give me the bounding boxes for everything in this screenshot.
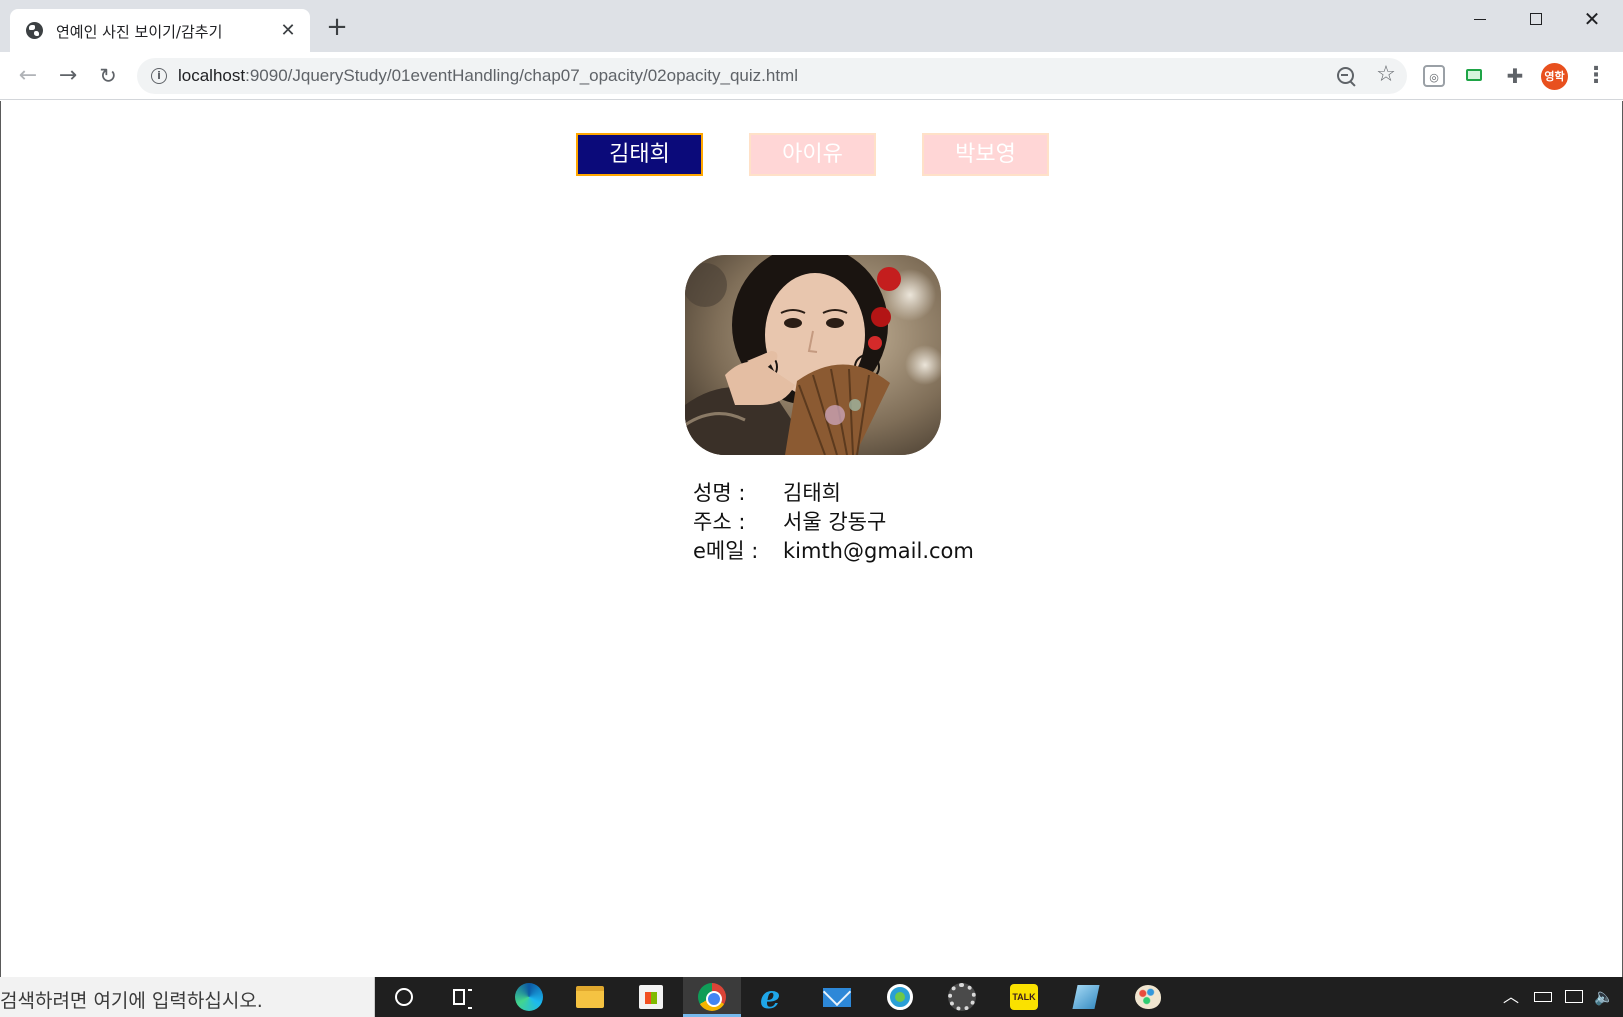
site-info-icon[interactable]: i (151, 68, 167, 84)
forward-arrow-icon[interactable]: → (54, 62, 82, 90)
gear-app-icon[interactable] (933, 977, 991, 1017)
taskbar-search-placeholder: 검색하려면 여기에 입력하십시오. (0, 990, 263, 1012)
kakaotalk-icon[interactable]: TALK (995, 977, 1053, 1017)
person-button-parkboyoung[interactable]: 박보영 (922, 133, 1049, 176)
store-icon[interactable] (622, 977, 680, 1017)
new-tab-button[interactable]: + (325, 14, 349, 40)
browser-tab[interactable]: 연예인 사진 보이기/감추기 ✕ (10, 9, 310, 52)
address-value: 서울 강동구 (783, 510, 887, 534)
chrome-icon[interactable] (683, 977, 741, 1017)
tray-chevron-up-icon[interactable]: ︿ (1503, 977, 1519, 1017)
mail-icon[interactable] (808, 977, 866, 1017)
windows-taskbar: 검색하려면 여기에 입력하십시오. e TALK ︿ 🔈 (0, 977, 1623, 1017)
task-view-icon[interactable] (433, 977, 491, 1017)
close-window-button[interactable]: ✕ (1564, 0, 1620, 36)
maximize-button[interactable] (1508, 0, 1564, 36)
taskbar-search-box[interactable]: 검색하려면 여기에 입력하십시오. (0, 977, 375, 1017)
extension-scan-icon[interactable]: ◎ (1423, 65, 1445, 87)
page-viewport: 김태희 아이유 박보영 성명: 김태희 주소: 서울 강동구 e메일: k… (0, 101, 1623, 977)
address-label: 주소 : (693, 510, 746, 534)
cortana-icon[interactable] (375, 977, 433, 1017)
url-host: localhost (178, 66, 246, 85)
notepad-icon[interactable] (1057, 977, 1115, 1017)
back-arrow-icon[interactable]: ← (14, 62, 42, 90)
globe-icon (26, 22, 43, 39)
url-text[interactable]: localhost:9090/JqueryStudy/01eventHandli… (178, 66, 798, 86)
email-label: e메일 : (693, 539, 759, 563)
person-button-kimtaehee[interactable]: 김태희 (576, 133, 703, 176)
tab-close-icon[interactable]: ✕ (278, 21, 298, 41)
camtasia-icon[interactable] (871, 977, 929, 1017)
extensions-puzzle-icon[interactable]: ✚ (1504, 65, 1526, 87)
browser-toolbar: ← → ↻ i localhost:9090/JqueryStudy/01eve… (0, 52, 1623, 100)
maximize-icon (1530, 13, 1542, 25)
profile-avatar[interactable]: 영학 (1541, 63, 1568, 90)
extension-green-icon[interactable] (1464, 65, 1486, 87)
file-explorer-icon[interactable] (561, 977, 619, 1017)
address-bar[interactable]: i localhost:9090/JqueryStudy/01eventHand… (137, 58, 1407, 94)
browser-titlebar: 연예인 사진 보이기/감추기 ✕ + ✕ (0, 0, 1623, 52)
reload-icon[interactable]: ↻ (94, 62, 122, 90)
celebrity-photo (685, 255, 941, 455)
kebab-menu-icon[interactable]: ⋮ (1584, 64, 1608, 88)
kakaotalk-label: TALK (1010, 984, 1038, 1010)
paint-icon[interactable] (1119, 977, 1177, 1017)
name-value: 김태희 (783, 481, 841, 505)
celebrity-photo-image (685, 255, 941, 455)
url-path: :9090/JqueryStudy/01eventHandling/chap07… (245, 66, 798, 85)
minimize-button[interactable] (1452, 0, 1508, 36)
email-value: kimth@gmail.com (783, 539, 974, 563)
minimize-icon (1474, 19, 1486, 20)
edge-icon[interactable] (500, 977, 558, 1017)
name-label: 성명 : (693, 481, 746, 505)
volume-icon[interactable]: 🔈 (1594, 977, 1614, 1017)
bookmark-star-icon[interactable]: ☆ (1374, 63, 1398, 87)
person-button-iu[interactable]: 아이유 (749, 133, 876, 176)
tab-title: 연예인 사진 보이기/감추기 (56, 23, 223, 41)
internet-explorer-icon[interactable]: e (746, 977, 804, 1017)
zoom-out-icon[interactable] (1335, 65, 1357, 87)
